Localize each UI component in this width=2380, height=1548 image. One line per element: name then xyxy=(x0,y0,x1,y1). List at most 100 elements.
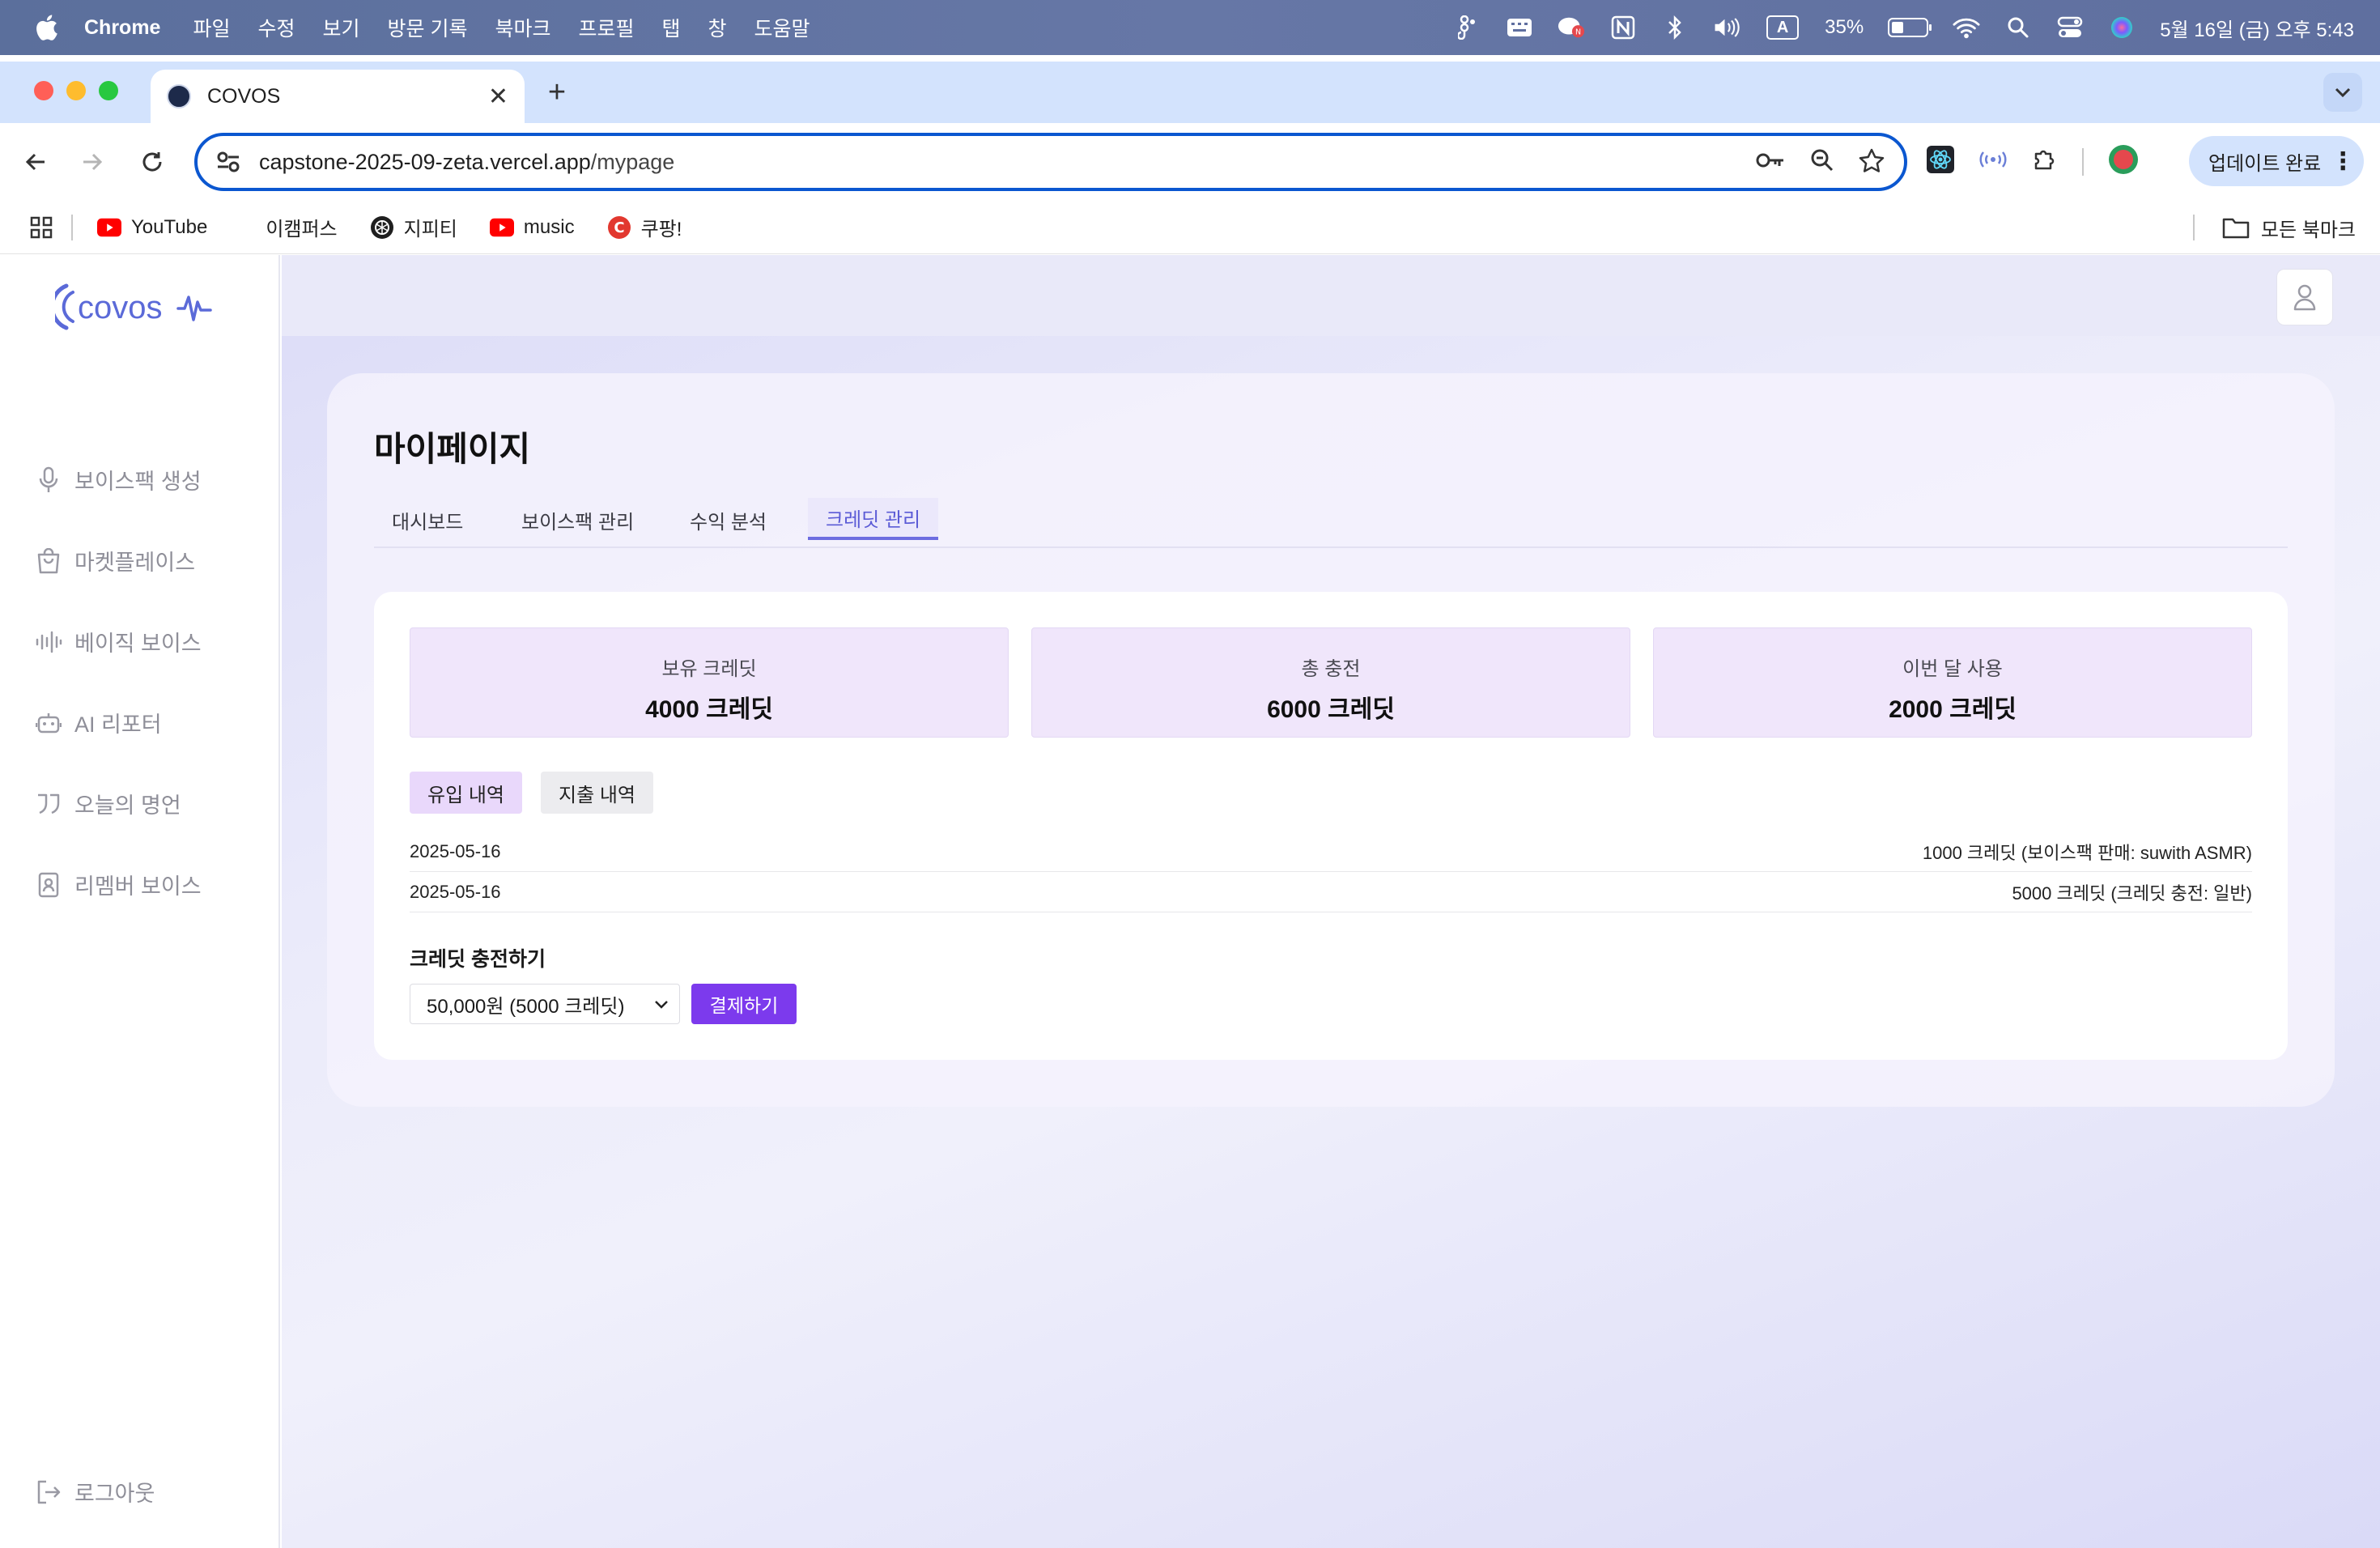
sidebar-item-ai-reporter[interactable]: AI 리포터 xyxy=(34,707,162,738)
robot-icon xyxy=(34,708,63,738)
radio-extension-icon[interactable] xyxy=(1978,147,2008,176)
spotlight-search-icon[interactable] xyxy=(2004,14,2032,41)
input-source-icon[interactable]: A xyxy=(1765,14,1800,41)
sidebar-item-basic-voice[interactable]: 베이직 보이스 xyxy=(34,626,202,657)
arrow-left-icon xyxy=(25,153,45,171)
logout-icon xyxy=(34,1478,63,1507)
address-bar[interactable]: capstone-2025-09-zeta.vercel.app/mypage xyxy=(194,133,1907,191)
tab-search-button[interactable] xyxy=(2323,73,2362,112)
microphone-icon xyxy=(34,466,63,495)
forward-button[interactable] xyxy=(74,144,110,180)
user-icon xyxy=(2293,284,2316,311)
openai-icon xyxy=(370,215,394,240)
menu-profile[interactable]: 프로필 xyxy=(578,13,634,42)
menu-app-name[interactable]: Chrome xyxy=(84,16,160,40)
reload-button[interactable] xyxy=(134,144,170,180)
bluetooth-icon[interactable] xyxy=(1661,14,1689,41)
extensions-area xyxy=(1927,144,2139,179)
tab-dashboard[interactable]: 대시보드 xyxy=(374,498,481,542)
minimize-window-button[interactable] xyxy=(66,81,86,100)
update-button-label: 업데이트 완료 xyxy=(2208,152,2322,175)
menu-history[interactable]: 방문 기록 xyxy=(388,13,468,42)
transaction-desc: 1000 크레딧 (보이스팩 판매: suwith ASMR) xyxy=(1922,842,2252,863)
menubar-datetime[interactable]: 5월 16일 (금) 오후 5:43 xyxy=(2160,14,2354,42)
covos-favicon-icon xyxy=(167,84,191,108)
keyboard-icon[interactable] xyxy=(1506,14,1533,41)
url-host: capstone-2025-09-zeta.vercel.app xyxy=(259,149,591,174)
sidebar-item-daily-quote[interactable]: 오늘의 명언 xyxy=(34,788,181,819)
main-content: 마이페이지 대시보드 보이스팩 관리 수익 분석 크레딧 관리 보유 크레딧 4… xyxy=(282,255,2380,1548)
menu-tab[interactable]: 탭 xyxy=(662,13,681,42)
covos-logo[interactable]: covos xyxy=(49,279,225,340)
sidebar-item-label: AI 리포터 xyxy=(74,712,162,737)
close-tab-icon[interactable]: ✕ xyxy=(488,83,508,111)
menu-view[interactable]: 보기 xyxy=(323,13,360,42)
sidebar-item-marketplace[interactable]: 마켓플레이스 xyxy=(34,545,195,576)
bookmark-coupang[interactable]: C 쿠팡! xyxy=(607,213,682,241)
tab-revenue-analysis[interactable]: 수익 분석 xyxy=(672,498,784,542)
income-history-tab[interactable]: 유입 내역 xyxy=(410,772,522,814)
browser-tab-active[interactable]: COVOS ✕ xyxy=(151,70,525,123)
menu-window[interactable]: 창 xyxy=(708,13,727,42)
volume-icon[interactable] xyxy=(1713,14,1740,41)
chrome-update-button[interactable]: 업데이트 완료 ⋮ xyxy=(2189,136,2364,186)
back-button[interactable] xyxy=(18,144,53,180)
logout-button[interactable]: 로그아웃 xyxy=(34,1476,155,1508)
all-bookmarks[interactable]: 모든 북마크 xyxy=(2192,201,2356,254)
menu-help[interactable]: 도움말 xyxy=(754,13,810,42)
audio-wave-icon xyxy=(34,627,63,657)
menu-file[interactable]: 파일 xyxy=(193,13,230,42)
sidebar-item-remember-voice[interactable]: 리멤버 보이스 xyxy=(34,869,202,900)
apple-icon[interactable] xyxy=(32,14,60,41)
input-source-label: A xyxy=(1766,15,1800,40)
react-devtools-icon[interactable] xyxy=(1927,146,1954,177)
chat-notification-icon[interactable]: N xyxy=(1558,14,1585,41)
wifi-icon[interactable] xyxy=(1953,14,1980,41)
svg-text:C: C xyxy=(614,219,624,236)
bookmark-ecampus[interactable]: 이캠퍼스 xyxy=(266,213,337,241)
transaction-date: 2025-05-16 xyxy=(410,840,501,861)
apps-grid-icon[interactable] xyxy=(29,215,53,240)
menu-bookmarks[interactable]: 북마크 xyxy=(495,13,550,42)
tab-credit-manage[interactable]: 크레딧 관리 xyxy=(808,498,939,540)
pay-button[interactable]: 결제하기 xyxy=(691,984,797,1024)
bookmark-youtube[interactable]: YouTube xyxy=(97,215,207,240)
stat-label: 보유 크레딧 xyxy=(661,658,757,680)
siri-icon[interactable] xyxy=(2108,14,2136,41)
expense-history-tab[interactable]: 지출 내역 xyxy=(541,772,653,814)
close-window-button[interactable] xyxy=(34,81,53,100)
table-row: 2025-05-16 5000 크레딧 (크레딧 충전: 일반) xyxy=(410,872,2252,912)
web-page: covos 보이스팩 생성 마켓플레이스 베이직 보이스 AI 리포터 오늘의 … xyxy=(0,255,2380,1548)
site-info-icon[interactable] xyxy=(214,147,243,176)
sidebar-item-voicepack-create[interactable]: 보이스팩 생성 xyxy=(34,464,202,495)
notion-icon[interactable] xyxy=(1609,14,1637,41)
figma-icon[interactable] xyxy=(1454,14,1481,41)
user-profile-button[interactable] xyxy=(2276,269,2333,325)
bookmark-music[interactable]: music xyxy=(489,215,575,240)
profile-avatar-icon[interactable] xyxy=(2108,144,2139,179)
bookmark-star-icon[interactable] xyxy=(1859,148,1885,176)
toolbar-divider xyxy=(2082,147,2084,176)
top-header xyxy=(282,255,2380,336)
youtube-icon xyxy=(97,215,121,240)
all-bookmarks-label: 모든 북마크 xyxy=(2260,219,2356,241)
logout-label: 로그아웃 xyxy=(74,1482,155,1506)
more-menu-icon[interactable]: ⋮ xyxy=(2331,147,2355,176)
password-key-icon[interactable] xyxy=(1755,148,1786,176)
bookmark-gpt[interactable]: 지피티 xyxy=(370,213,457,241)
control-center-icon[interactable] xyxy=(2056,14,2084,41)
battery-percent: 35% xyxy=(1825,16,1864,38)
charge-selected-value: 50,000원 (5000 크레딧) xyxy=(427,995,625,1018)
menu-edit[interactable]: 수정 xyxy=(257,13,295,42)
table-row: 2025-05-16 1000 크레딧 (보이스팩 판매: suwith ASM… xyxy=(410,831,2252,872)
new-tab-button[interactable]: + xyxy=(539,74,575,110)
tab-title: COVOS xyxy=(207,84,281,108)
zoom-window-button[interactable] xyxy=(99,81,118,100)
url-text[interactable]: capstone-2025-09-zeta.vercel.app/mypage xyxy=(259,150,1755,175)
charge-amount-select[interactable]: 50,000원 (5000 크레딧) xyxy=(410,984,680,1024)
extensions-puzzle-icon[interactable] xyxy=(2032,147,2058,176)
battery-icon[interactable] xyxy=(1888,18,1932,37)
zoom-icon[interactable] xyxy=(1810,148,1834,176)
logo-text: covos xyxy=(78,290,163,325)
tab-voicepack-manage[interactable]: 보이스팩 관리 xyxy=(504,498,652,542)
